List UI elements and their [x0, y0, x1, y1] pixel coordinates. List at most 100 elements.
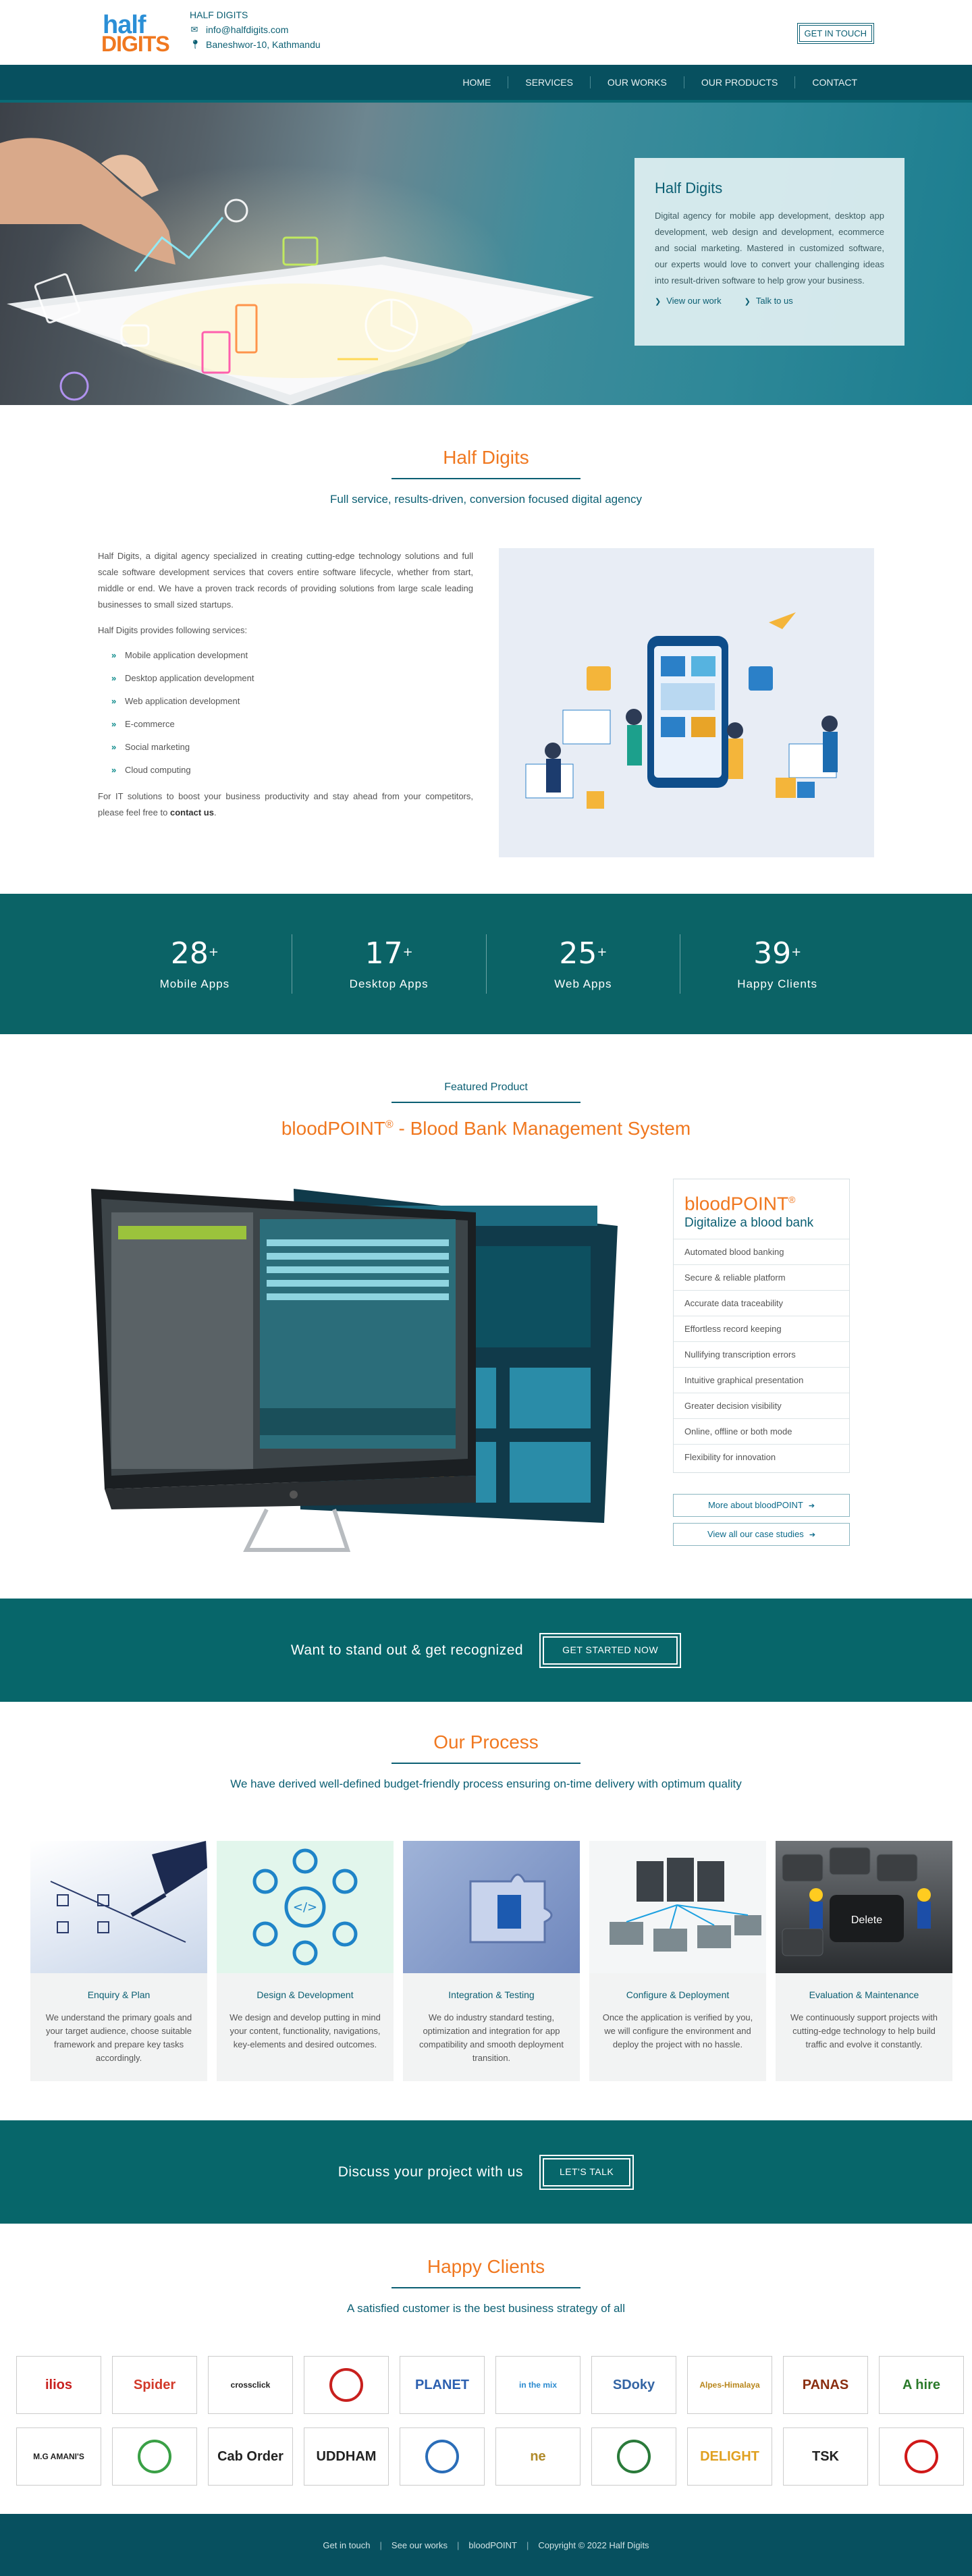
footer-copyright: Copyright © 2022 Half Digits [538, 2540, 649, 2550]
contact-us-link[interactable]: contact us [170, 807, 214, 817]
stat-happy-clients: 39+ Happy Clients [680, 934, 874, 994]
servers-image [589, 1841, 766, 1973]
client-logo-spider: Spider [112, 2356, 197, 2414]
about-section: Half Digits Full service, results-driven… [0, 405, 972, 894]
client-logo-round-seal [400, 2427, 485, 2486]
service-item: Mobile application development [98, 648, 473, 663]
hero-banner: Half Digits Digital agency for mobile ap… [0, 103, 972, 405]
feature-item: Automated blood banking [674, 1239, 849, 1264]
half-digits-logo[interactable]: half DIGITS [100, 12, 170, 55]
client-logo-text: A hire [902, 2377, 940, 2392]
client-logo-green-flower [112, 2427, 197, 2486]
get-in-touch-button[interactable]: GET IN TOUCH [796, 23, 874, 44]
feature-item: Online, offline or both mode [674, 1418, 849, 1444]
process-title: Our Process [433, 1732, 539, 1752]
bloodpoint-feature-list: Automated blood banking Secure & reliabl… [674, 1239, 849, 1470]
hero-hand-icons-illustration [0, 138, 418, 401]
bloodpoint-feature-card: bloodPOINT® Digitalize a blood bank Auto… [673, 1179, 850, 1474]
client-logo-tsk: TSK [783, 2427, 868, 2486]
about-paragraph-3: For IT solutions to boost your business … [98, 791, 473, 817]
footer-bloodpoint-link[interactable]: bloodPOINT [468, 2540, 517, 2550]
hero-info-card: Half Digits Digital agency for mobile ap… [634, 158, 905, 346]
client-logo-ene: ne [495, 2427, 580, 2486]
client-logo-heart-logo [304, 2356, 389, 2414]
client-logo-sdoky: SDoky [591, 2356, 676, 2414]
talk-to-us-link[interactable]: ❯ Talk to us [745, 296, 793, 306]
client-logo-grid: ilios Spider crossclick PLANET in the mix SDo… [16, 2356, 972, 2486]
service-item: Desktop application development [98, 671, 473, 686]
nav-home[interactable]: HOME [446, 76, 508, 88]
feature-item: Nullifying transcription errors [674, 1341, 849, 1367]
about-paragraph-1: Half Digits, a digital agency specialize… [98, 551, 473, 610]
featured-title: bloodPOINT® - Blood Bank Management Syst… [281, 1118, 691, 1139]
client-logo-mark [905, 2440, 938, 2473]
nav-contact[interactable]: CONTACT [794, 76, 874, 88]
process-step-configure: Configure & Deployment Once the applicat… [589, 1841, 766, 2081]
mobile-app-illustration [499, 548, 874, 857]
stat-desktop-apps: 17+ Desktop Apps [291, 934, 486, 994]
cta-band-lets-talk: Discuss your project with us LET'S TALK [0, 2120, 972, 2224]
nav-services[interactable]: SERVICES [508, 76, 590, 88]
bloodpoint-screenshot-monitor [91, 1189, 618, 1552]
client-logo-m-g-amanis: M.G AMANI'S [16, 2427, 101, 2486]
footer: Get in touch | See our works | bloodPOIN… [0, 2514, 972, 2576]
nav-our-works[interactable]: OUR WORKS [589, 76, 684, 88]
map-pin-icon: 📍︎ [190, 39, 201, 49]
client-logo-text: TSK [812, 2448, 839, 2464]
process-step-desc: We do industry standard testing, optimiz… [419, 2012, 564, 2063]
view-case-studies-button[interactable]: View all our case studies ➔ [673, 1523, 850, 1546]
bloodpoint-card-title: bloodPOINT® [684, 1193, 796, 1214]
client-logo-mark [138, 2440, 171, 2473]
client-logo-planet-guides: PLANET [400, 2356, 485, 2414]
stat-web-apps: 25+ Web Apps [485, 934, 680, 994]
feature-item: Flexibility for innovation [674, 1444, 849, 1470]
hero-description: Digital agency for mobile app developmen… [655, 211, 884, 286]
feature-item: Accurate data traceability [674, 1290, 849, 1316]
feature-item: Secure & reliable platform [674, 1264, 849, 1290]
service-item: Social marketing [98, 740, 473, 755]
process-step-evaluation: Delete Evaluation & Maintenance We conti… [776, 1841, 952, 2081]
process-subtitle: We have derived well-defined budget-frie… [230, 1777, 742, 1790]
feature-item: Greater decision visibility [674, 1393, 849, 1418]
footer-get-in-touch-link[interactable]: Get in touch [323, 2540, 370, 2550]
service-item: Cloud computing [98, 763, 473, 778]
about-title: Half Digits [443, 447, 529, 468]
process-step-desc: We understand the primary goals and your… [45, 2012, 192, 2063]
client-logo-text: Cab Order [217, 2448, 284, 2464]
company-name: HALF DIGITS [190, 9, 248, 20]
process-step-desc: We design and develop putting in mind yo… [230, 2012, 381, 2049]
cta-text: Want to stand out & get recognized [290, 1642, 524, 1658]
cta-text: Discuss your project with us [338, 2164, 523, 2180]
get-started-button[interactable]: GET STARTED NOW [539, 1632, 682, 1668]
nav-our-products[interactable]: OUR PRODUCTS [683, 76, 795, 88]
client-logo-text: PANAS [802, 2377, 849, 2392]
client-logo-text: PLANET [415, 2377, 469, 2392]
footer-separator: | [526, 2540, 529, 2550]
chevron-right-icon: ❯ [744, 298, 751, 306]
lets-talk-button[interactable]: LET'S TALK [539, 2154, 634, 2190]
process-section: Our Process We have derived well-defined… [0, 1702, 972, 2120]
title-divider [392, 1102, 580, 1103]
more-about-bloodpoint-button[interactable]: More about bloodPOINT ➔ [673, 1494, 850, 1517]
footer-see-our-works-link[interactable]: See our works [392, 2540, 448, 2550]
title-divider [392, 1763, 580, 1764]
service-item: E-commerce [98, 717, 473, 732]
footer-separator: | [379, 2540, 382, 2550]
title-divider [392, 2287, 580, 2288]
client-logo-text: ilios [45, 2377, 72, 2392]
view-our-work-link[interactable]: ❯ View our work [655, 296, 722, 306]
client-logo-text: UDDHAM [316, 2448, 377, 2464]
about-paragraph-2: Half Digits provides following services: [98, 625, 248, 635]
arrow-right-icon: ➔ [809, 1531, 816, 1539]
clients-section: Happy Clients A satisfied customer is th… [0, 2224, 972, 2514]
process-step-title: Enquiry & Plan [87, 1989, 151, 2000]
email-link[interactable]: info@halfdigits.com [206, 24, 288, 35]
hero-title: Half Digits [655, 180, 723, 196]
client-logo-uddham: UDDHAM [304, 2427, 389, 2486]
services-list: Mobile application development Desktop a… [98, 648, 473, 778]
client-logo-eye-logo [591, 2427, 676, 2486]
svg-text:Delete: Delete [851, 1914, 882, 1926]
client-logo-a-hire: A hire [879, 2356, 964, 2414]
process-step-desc: Once the application is verified by you,… [602, 2012, 753, 2049]
clients-title: Happy Clients [427, 2256, 545, 2277]
